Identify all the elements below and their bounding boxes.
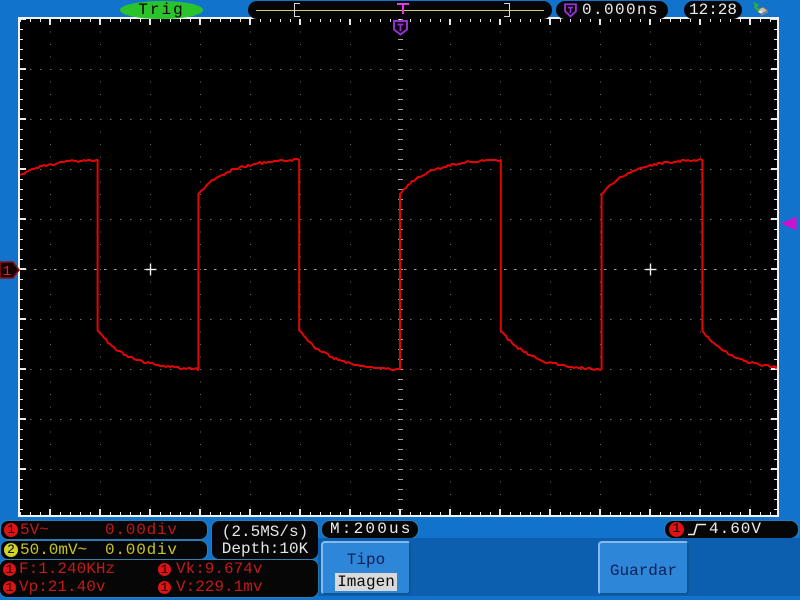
svg-text:1: 1 xyxy=(3,264,11,279)
